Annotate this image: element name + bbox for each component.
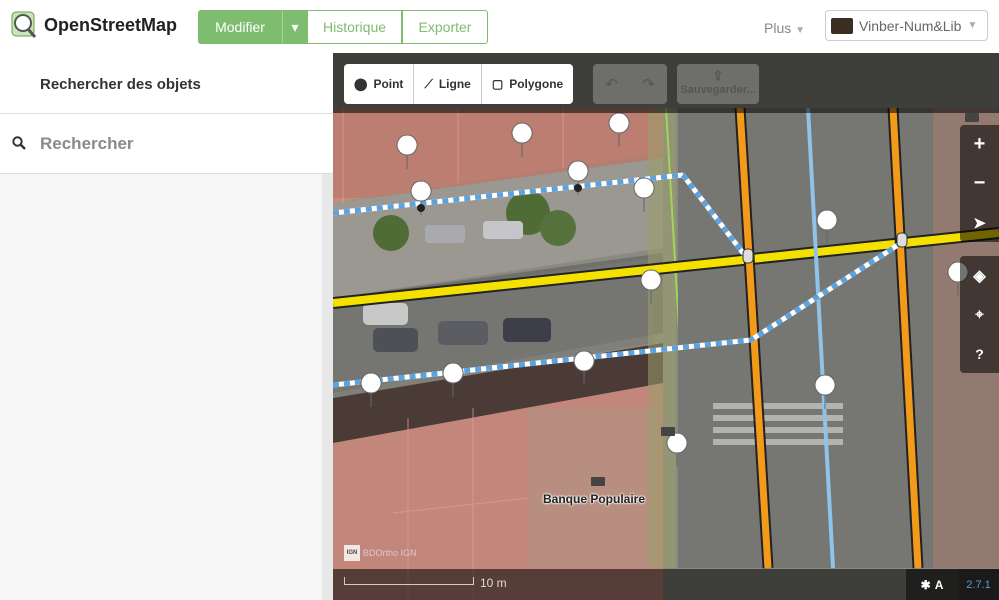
plus-icon: + (973, 133, 986, 155)
historique-button[interactable]: Historique (308, 10, 402, 44)
zoom-controls: + − ➤ (960, 125, 999, 242)
map-imagery (333, 53, 999, 600)
map-data-button[interactable]: ⌖ (960, 295, 999, 334)
polygon-icon: ▢ (491, 77, 504, 91)
geolocate-button[interactable]: ➤ (960, 203, 999, 242)
plus-menu[interactable]: Plus ▼ (764, 20, 805, 36)
user-menu[interactable]: Vinber-Num&Lib ▼ (825, 10, 988, 41)
layers-icon: ◈ (973, 267, 986, 285)
sidebar: Rechercher des objets (0, 53, 333, 600)
version-link[interactable]: 2.7.1 (958, 569, 999, 600)
brand-logo[interactable]: OpenStreetMap (10, 10, 177, 40)
osm-logo-icon (11, 11, 37, 38)
line-icon: ⟋ (424, 76, 433, 91)
modifier-dropdown-button[interactable]: ▾ (282, 10, 308, 44)
undo-icon: ↶ (605, 76, 618, 93)
user-name: Vinber-Num&Lib (859, 17, 962, 34)
exporter-button[interactable]: Exporter (402, 10, 488, 44)
footer-right: ✱ A 2.7.1 (906, 569, 999, 600)
map-footer: 10 m ✱ A 2.7.1 (333, 569, 999, 600)
scale-label: 10 m (480, 576, 507, 590)
modifier-button[interactable]: Modifier (198, 10, 282, 44)
zoom-out-button[interactable]: − (960, 164, 999, 203)
caret-down-icon: ▼ (795, 25, 806, 36)
minus-icon: − (973, 172, 986, 194)
caret-down-icon: ▼ (967, 20, 978, 31)
help-button[interactable]: ? (960, 334, 999, 373)
map[interactable]: ⬤ Point ⟋ Ligne ▢ Polygone ↶ ↷ ⇪ Sauvega… (333, 53, 999, 600)
bug-icon: ✱ (920, 577, 931, 592)
zoom-in-button[interactable]: + (960, 125, 999, 164)
search-row (0, 114, 333, 174)
sidebar-title: Rechercher des objets (40, 76, 201, 93)
map-panels-controls: ◈ ⌖ ? (960, 256, 999, 373)
sidebar-header: Rechercher des objets (0, 53, 333, 114)
point-pin-icon: ⬤ (354, 77, 368, 91)
map-label-banque-populaire: Banque Populaire (543, 492, 646, 506)
point-label: Point (373, 77, 404, 91)
save-label: Sauvegarder... (680, 84, 756, 96)
search-input[interactable] (38, 130, 322, 158)
edit-button-group: Modifier ▾ Historique Exporter (198, 10, 488, 44)
undo-button[interactable]: ↶ (593, 64, 630, 104)
draw-tools: ⬤ Point ⟋ Ligne ▢ Polygone (344, 64, 574, 104)
redo-button[interactable]: ↷ (630, 64, 667, 104)
add-line-button[interactable]: ⟋ Ligne (414, 64, 482, 104)
scale-bar (344, 577, 474, 585)
polygon-label: Polygone (509, 77, 564, 91)
save-button[interactable]: ⇪ Sauvegarder... (677, 64, 759, 104)
search-icon (12, 136, 26, 150)
redo-icon: ↷ (642, 76, 655, 93)
sidebar-scrollbar[interactable] (322, 174, 333, 600)
add-polygon-button[interactable]: ▢ Polygone (482, 64, 573, 104)
map-data-icon: ⌖ (975, 306, 984, 323)
caret-down-icon: ▾ (291, 18, 299, 35)
line-label: Ligne (438, 77, 471, 91)
map-toolbar: ⬤ Point ⟋ Ligne ▢ Polygone ↶ ↷ ⇪ Sauvega… (333, 53, 999, 113)
plus-label: Plus (764, 20, 792, 36)
ign-logo: IGN (344, 545, 360, 561)
top-bar: OpenStreetMap Modifier ▾ Historique Expo… (0, 0, 999, 53)
undo-redo-group: ↶ ↷ (593, 64, 667, 104)
location-arrow-icon: ➤ (973, 214, 986, 232)
imagery-attribution[interactable]: IGN BDOrtho IGN (344, 545, 417, 561)
add-point-button[interactable]: ⬤ Point (344, 64, 415, 104)
background-layers-button[interactable]: ◈ (960, 256, 999, 295)
help-icon: ? (975, 345, 984, 362)
issues-language-button[interactable]: ✱ A (906, 569, 958, 600)
upload-icon: ⇪ (712, 68, 724, 83)
brand-name: OpenStreetMap (44, 14, 178, 35)
attribution-text: BDOrtho IGN (363, 548, 417, 558)
language-icon: A (934, 577, 944, 592)
avatar (831, 17, 853, 34)
